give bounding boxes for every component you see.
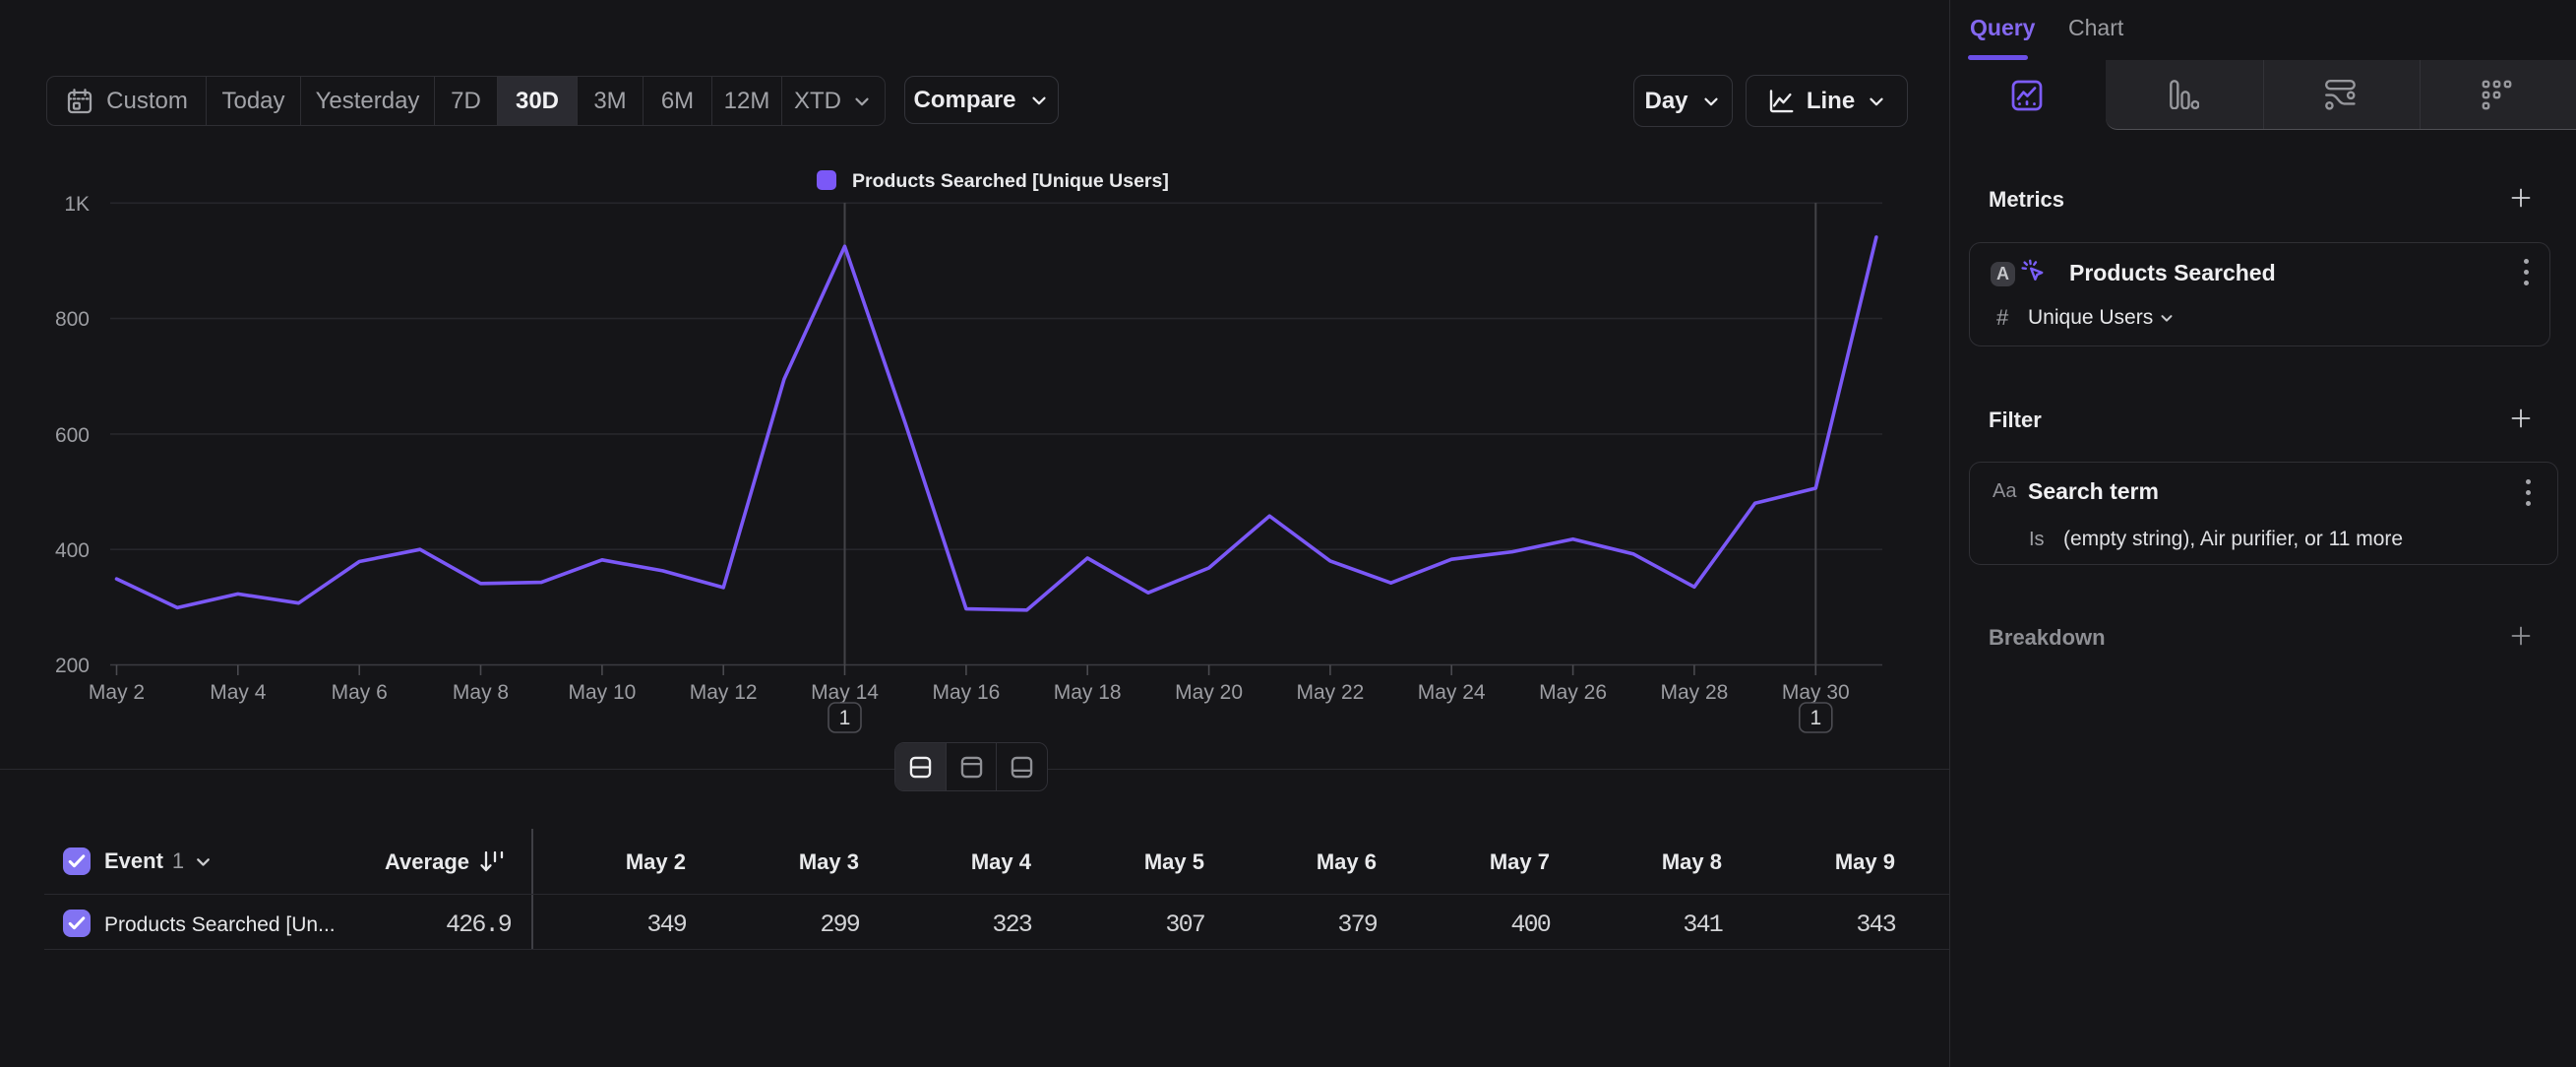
svg-text:May 22: May 22 <box>1296 681 1364 704</box>
svg-text:1: 1 <box>839 707 851 729</box>
svg-text:May 30: May 30 <box>1782 681 1850 704</box>
svg-text:May 6: May 6 <box>332 681 388 704</box>
svg-text:May 28: May 28 <box>1660 681 1728 704</box>
svg-text:Products Searched [Unique User: Products Searched [Unique Users] <box>852 170 1169 192</box>
svg-text:May 12: May 12 <box>690 681 758 704</box>
svg-text:May 4: May 4 <box>210 681 267 704</box>
svg-text:600: 600 <box>55 424 90 447</box>
svg-text:200: 200 <box>55 655 90 677</box>
svg-text:May 10: May 10 <box>568 681 636 704</box>
svg-text:May 2: May 2 <box>89 681 145 704</box>
svg-text:May 20: May 20 <box>1175 681 1243 704</box>
svg-text:May 24: May 24 <box>1418 681 1486 704</box>
svg-text:May 18: May 18 <box>1054 681 1122 704</box>
svg-text:May 26: May 26 <box>1539 681 1607 704</box>
svg-text:1: 1 <box>1809 707 1821 729</box>
svg-text:1K: 1K <box>64 193 90 216</box>
svg-text:400: 400 <box>55 539 90 562</box>
svg-text:May 14: May 14 <box>811 681 879 704</box>
svg-text:800: 800 <box>55 308 90 331</box>
svg-text:May 16: May 16 <box>932 681 1000 704</box>
svg-text:May 8: May 8 <box>453 681 509 704</box>
